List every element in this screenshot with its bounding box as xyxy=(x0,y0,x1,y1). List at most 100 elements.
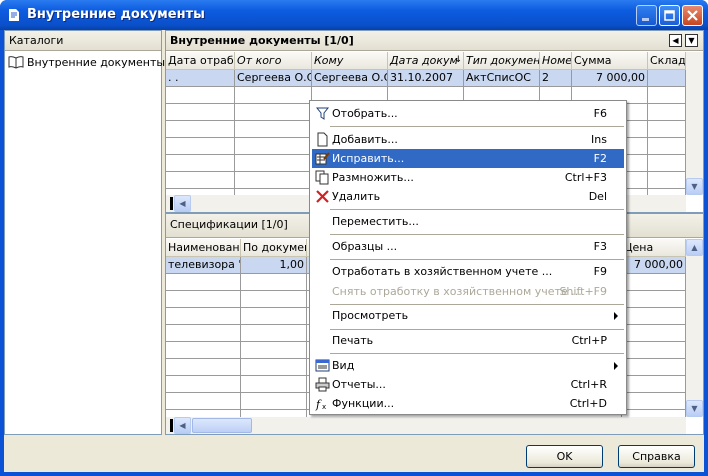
menu-item[interactable]: Отработать в хозяйственном учете ... F9 xyxy=(312,262,624,281)
menu-item-label: Добавить... xyxy=(332,133,398,146)
table-cell[interactable]: . . xyxy=(166,70,235,87)
menu-item-label: Печать xyxy=(332,334,374,347)
table-cell[interactable]: Сергеева О.С. xyxy=(235,70,312,87)
menu-item-label: Просмотреть xyxy=(332,309,409,322)
column-header[interactable]: Дата докум ↓ xyxy=(388,52,464,70)
specs-hscroll[interactable]: ◀ xyxy=(166,417,686,434)
empty-cell xyxy=(648,87,686,104)
prev-button[interactable]: ◀ xyxy=(669,34,682,47)
menu-item: Снять отработку в хозяйственном учете ..… xyxy=(312,282,624,301)
catalogs-header: Каталоги xyxy=(5,31,161,51)
menu-item-label: Исправить... xyxy=(332,152,405,165)
maximize-button[interactable] xyxy=(659,5,680,26)
menu-item-shortcut: Ctrl+D xyxy=(569,397,607,410)
menu-separator xyxy=(330,329,624,330)
table-cell[interactable]: Сергеева О.С xyxy=(312,70,388,87)
catalog-item-label: Внутренние документы xyxy=(27,56,166,69)
scroll-up-button[interactable]: ▲ xyxy=(686,239,703,256)
table-cell[interactable]: АктСписОС xyxy=(464,70,540,87)
table-cell[interactable]: 7 000,00 xyxy=(572,70,648,87)
scroll-thumb[interactable] xyxy=(192,418,252,433)
help-button[interactable]: Справка xyxy=(618,445,695,468)
menu-item-label: Снять отработку в хозяйственном учете ..… xyxy=(332,285,582,298)
empty-cell xyxy=(166,104,235,121)
empty-cell xyxy=(235,104,312,121)
empty-cell xyxy=(166,87,235,104)
empty-cell xyxy=(166,155,235,172)
column-header[interactable]: Сумма xyxy=(572,52,648,70)
empty-cell xyxy=(622,410,686,417)
scroll-down-button[interactable]: ▼ xyxy=(686,400,703,417)
menu-item[interactable]: Размножить... Ctrl+F3 xyxy=(312,168,624,187)
menu-item[interactable]: Отобрать... F6 xyxy=(312,104,624,123)
menu-item-shortcut: Shift+F9 xyxy=(559,285,607,298)
submenu-arrow-icon xyxy=(614,362,618,370)
table-cell[interactable]: 1,00 xyxy=(241,257,307,274)
empty-cell xyxy=(166,274,241,291)
empty-cell xyxy=(166,376,241,393)
maximize-icon xyxy=(664,10,675,21)
chevron-down-icon: ▼ xyxy=(691,404,698,413)
menu-item-shortcut: Ctrl+R xyxy=(570,378,607,391)
menu-item-shortcut: Ctrl+F3 xyxy=(564,171,607,184)
menu-item[interactable]: Удалить Del xyxy=(312,187,624,206)
app-icon xyxy=(9,9,19,21)
empty-cell xyxy=(166,325,241,342)
scroll-left-button[interactable]: ◀ xyxy=(174,195,191,212)
menu-item[interactable]: Печать Ctrl+P xyxy=(312,331,624,350)
empty-cell xyxy=(648,155,686,172)
empty-cell xyxy=(622,342,686,359)
empty-cell xyxy=(166,308,241,325)
table-cell[interactable]: 7 000,00 xyxy=(622,257,686,274)
close-button[interactable] xyxy=(682,5,703,26)
column-header[interactable]: Дата отработ xyxy=(166,52,235,70)
table-cell[interactable]: телевизора "р xyxy=(166,257,241,274)
empty-cell xyxy=(648,104,686,121)
next-button[interactable]: ▼ xyxy=(685,34,698,47)
empty-cell xyxy=(235,87,312,104)
column-header[interactable]: Кому xyxy=(312,52,388,70)
column-header[interactable]: Склад xyxy=(648,52,686,70)
column-header[interactable]: Наименование xyxy=(166,239,241,257)
menu-item[interactable]: Вид xyxy=(312,356,624,375)
chevron-up-icon: ▲ xyxy=(691,243,698,252)
table-cell[interactable]: 2 xyxy=(540,70,572,87)
title-bar[interactable]: Внутренние документы xyxy=(0,0,708,30)
table-cell[interactable] xyxy=(648,70,686,87)
menu-item[interactable]: Образцы ... F3 xyxy=(312,237,624,256)
menu-separator xyxy=(330,353,624,354)
menu-item[interactable]: Исправить... F2 xyxy=(312,149,624,168)
column-header[interactable]: Тип документ xyxy=(464,52,540,70)
specs-vscroll[interactable]: ▲ ▼ xyxy=(686,239,703,417)
column-header[interactable]: От кого xyxy=(235,52,312,70)
menu-item[interactable]: f x Функции... Ctrl+D xyxy=(312,394,624,413)
scroll-down-button[interactable]: ▼ xyxy=(686,178,703,195)
catalogs-panel: Каталоги Внутренние документы xyxy=(4,30,166,435)
empty-cell xyxy=(648,121,686,138)
documents-vscroll[interactable]: ▼ xyxy=(686,52,703,195)
empty-cell xyxy=(235,172,312,189)
scroll-left-button[interactable]: ◀ xyxy=(174,417,191,434)
column-header[interactable]: Номер xyxy=(540,52,572,70)
column-header[interactable]: Цена xyxy=(622,239,686,257)
menu-separator xyxy=(330,259,624,260)
book-icon xyxy=(8,56,24,69)
ok-button[interactable]: OK xyxy=(526,445,603,468)
table-cell[interactable]: 31.10.2007 xyxy=(388,70,464,87)
empty-cell xyxy=(241,308,307,325)
empty-cell xyxy=(241,393,307,410)
menu-item-label: Удалить xyxy=(332,190,381,203)
menu-item[interactable]: Отчеты... Ctrl+R xyxy=(312,375,624,394)
copy-icon xyxy=(315,170,330,185)
empty-cell xyxy=(241,291,307,308)
menu-item[interactable]: Добавить... Ins xyxy=(312,130,624,149)
submenu-arrow-icon xyxy=(614,312,618,320)
column-header[interactable]: По документ xyxy=(241,239,307,257)
menu-item-shortcut: F3 xyxy=(593,240,607,253)
minimize-button[interactable] xyxy=(636,5,657,26)
printer-icon xyxy=(315,377,330,392)
menu-item[interactable]: Переместить... xyxy=(312,212,624,231)
empty-cell xyxy=(166,410,241,417)
menu-item[interactable]: Просмотреть xyxy=(312,306,624,325)
column-header-label: Дата докум xyxy=(390,54,458,67)
